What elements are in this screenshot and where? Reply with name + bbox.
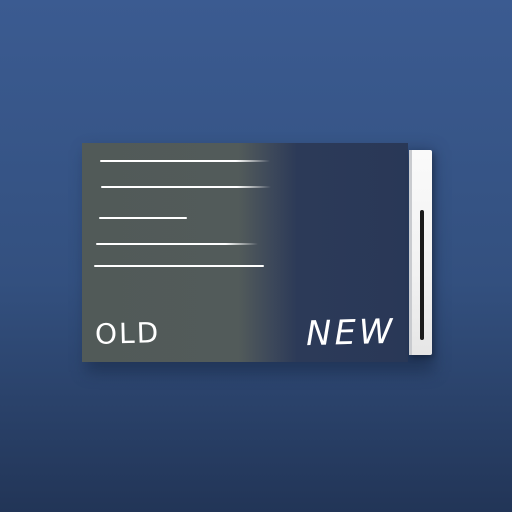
- text-line-4: [96, 243, 258, 245]
- text-line-5: [94, 265, 264, 267]
- old-new-card: OLD NEW: [82, 143, 408, 362]
- app-icon: OLD NEW: [0, 0, 512, 512]
- scrollbar-thumb: [420, 210, 424, 340]
- text-line-2: [101, 186, 271, 188]
- text-line-1: [100, 160, 270, 162]
- old-label: OLD: [94, 316, 161, 351]
- text-line-3: [99, 217, 187, 219]
- new-label: NEW: [305, 311, 397, 355]
- scrollbar-icon: [409, 150, 432, 355]
